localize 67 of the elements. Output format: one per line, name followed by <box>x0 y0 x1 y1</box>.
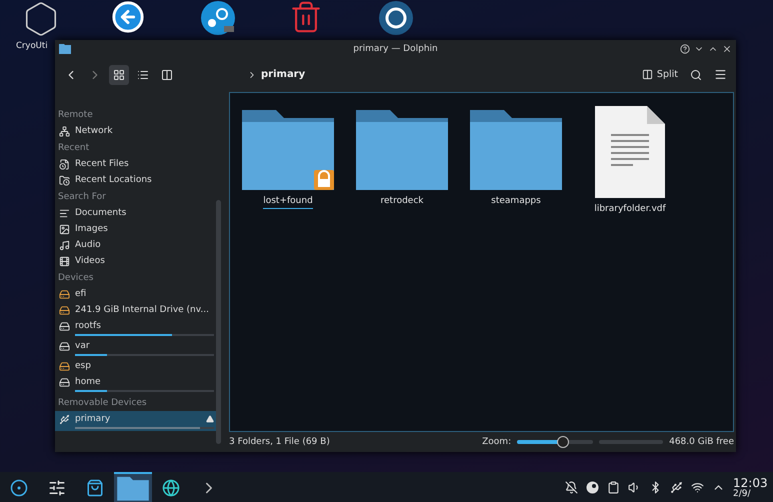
clock-date[interactable]: 2/9/ <box>733 490 751 498</box>
clock-folder-icon <box>59 174 70 186</box>
clipboard-icon[interactable] <box>607 480 620 494</box>
window-title: primary — Dolphin <box>352 44 439 54</box>
status-summary: 3 Folders, 1 File (69 B) <box>229 437 330 447</box>
breadcrumb[interactable]: primary <box>261 69 306 80</box>
split-icon <box>642 69 653 80</box>
drive-icon <box>59 304 70 316</box>
eject-icon[interactable] <box>206 415 214 423</box>
film-icon <box>59 256 70 266</box>
sidebar-item[interactable]: Network <box>55 123 216 139</box>
launcher-icon <box>10 479 28 497</box>
shopping-bag-icon <box>86 479 104 497</box>
volume-icon[interactable] <box>628 480 641 494</box>
image-icon <box>59 224 70 234</box>
wifi-icon[interactable] <box>691 480 704 494</box>
document-lines-icon <box>59 208 70 218</box>
section-heading: Remote <box>57 109 94 122</box>
desktop-icon-label[interactable]: CryoUti <box>16 41 48 51</box>
search-icon <box>690 68 702 80</box>
sidebar-item[interactable]: efi <box>55 286 216 302</box>
close-icon[interactable] <box>722 44 732 54</box>
sidebar-item[interactable]: Documents <box>55 205 216 221</box>
drive-icon <box>59 288 70 300</box>
sidebar-item[interactable]: Recent Locations <box>55 172 216 188</box>
sidebar-item[interactable]: rootfs <box>55 318 216 338</box>
sidebar-item[interactable]: primary <box>55 411 216 431</box>
section-heading: Search For <box>57 191 107 204</box>
section-heading: Removable Devices <box>57 397 148 410</box>
clock-file-icon <box>59 158 70 170</box>
sidebar-item[interactable]: var <box>55 338 216 358</box>
sidebar-item[interactable]: Images <box>55 221 216 237</box>
clock-time[interactable]: 12:03 <box>733 476 768 490</box>
sliders-icon <box>48 479 66 497</box>
free-space: 468.0 GiB free <box>669 437 734 447</box>
file-name[interactable]: libraryfolder.vdf <box>594 204 666 217</box>
view-mode-button[interactable] <box>109 64 129 84</box>
sidebar-item[interactable]: home <box>55 374 216 394</box>
sidebar-item[interactable]: Audio <box>55 237 216 253</box>
drive-icon <box>59 360 70 372</box>
sidebar-item[interactable]: esp <box>55 358 216 374</box>
return-icon <box>111 0 145 34</box>
grid-view-icon <box>113 68 125 80</box>
file-name[interactable]: steamapps <box>491 196 541 209</box>
music-note-icon <box>59 240 70 250</box>
section-heading: Devices <box>57 272 94 285</box>
browser-icon <box>162 479 180 497</box>
scrollbar[interactable] <box>216 200 221 444</box>
file-name[interactable]: lost+found <box>263 196 313 209</box>
folder-icon <box>59 43 71 54</box>
section-heading: Recent <box>57 142 90 155</box>
sidebar-item[interactable]: Recent Files <box>55 156 216 172</box>
bluetooth-icon[interactable] <box>649 480 662 494</box>
menu-icon <box>714 68 726 81</box>
sidebar-item[interactable]: 241.9 GiB Internal Drive (nv... <box>55 302 216 318</box>
sidebar-item[interactable]: Videos <box>55 253 216 269</box>
network-icon <box>59 126 70 136</box>
drive-icon <box>59 376 70 388</box>
drive-icon <box>59 340 70 352</box>
document-icon <box>593 104 667 200</box>
drive-icon <box>59 320 70 332</box>
help-icon[interactable] <box>680 44 690 54</box>
file-name[interactable]: retrodeck <box>380 196 424 209</box>
zoom-label: Zoom: <box>482 437 512 447</box>
split-button[interactable]: Split <box>638 67 682 82</box>
notifications-off-icon[interactable] <box>565 480 578 494</box>
tree-view-icon <box>161 68 173 80</box>
